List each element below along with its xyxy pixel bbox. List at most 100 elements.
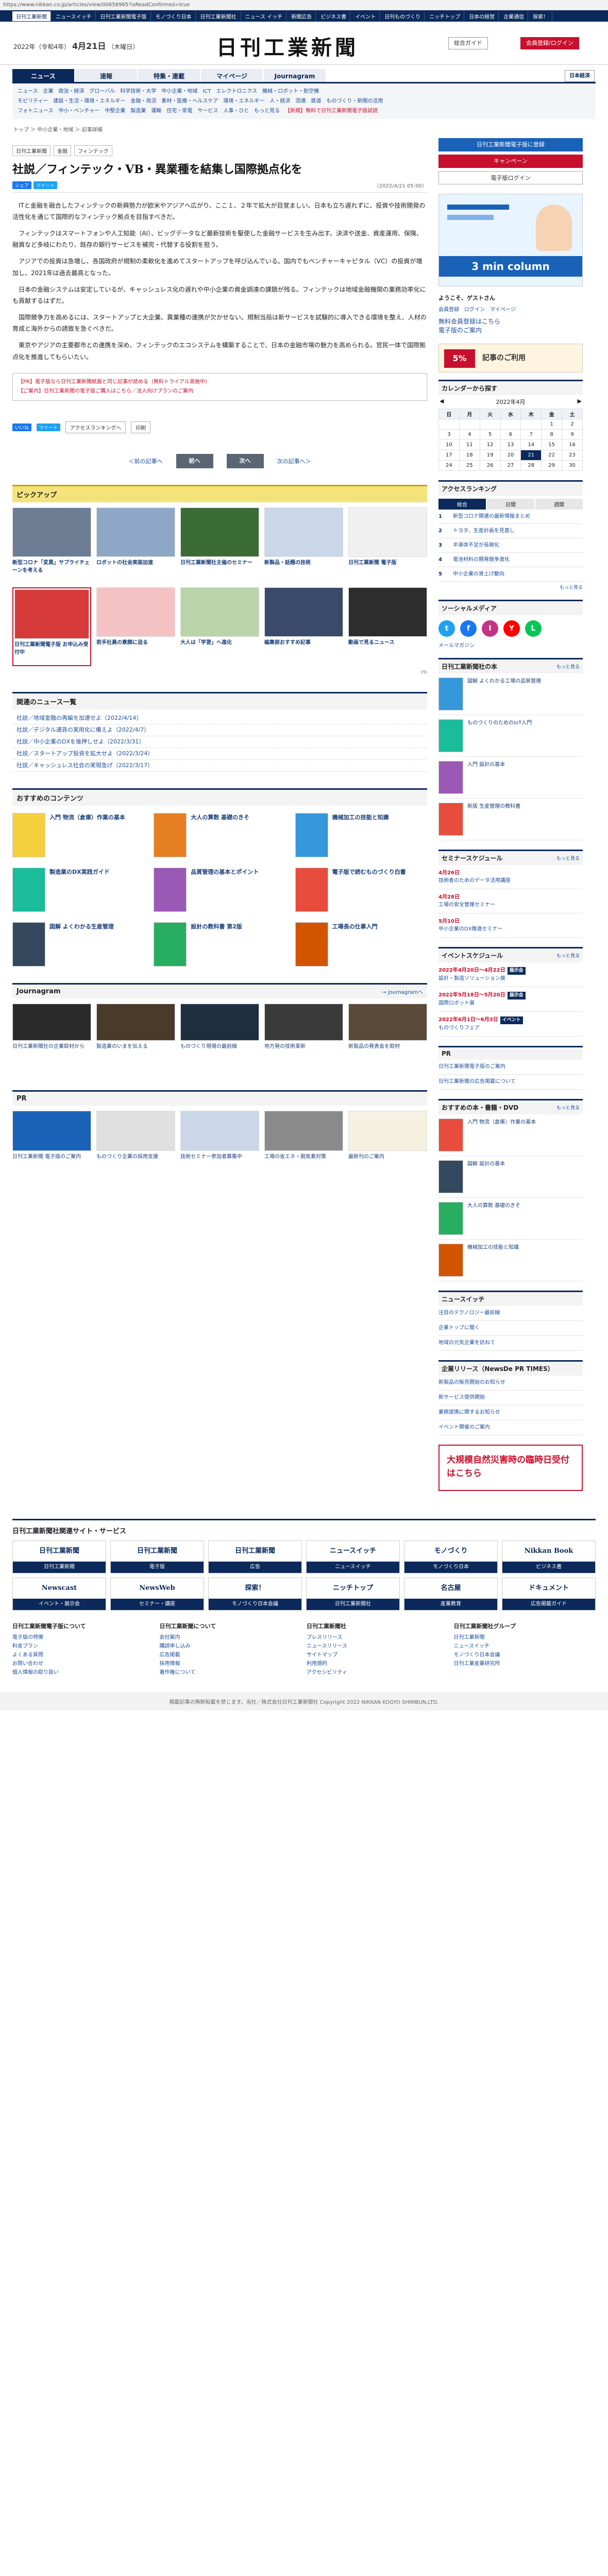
event-title-link[interactable]: 国際ロボット展 [438,999,583,1007]
subnav-link[interactable]: 建設・生活・環境・エネルギー [53,98,125,104]
topbar-link[interactable]: ニュースイッチ [52,11,96,21]
subnav-link[interactable]: 素材・医療・ヘルスケア [161,98,218,104]
topbar-link[interactable]: ビジネス書 [317,11,351,21]
ranking-link-button[interactable]: アクセスランキングへ [65,421,126,433]
calendar-day[interactable]: 15 [541,439,563,450]
subnav-link[interactable]: 中小・ベンチャー [59,108,100,114]
guide-button[interactable]: 総合ガイド [448,37,488,49]
calendar-day[interactable]: 12 [479,439,501,450]
youtube-icon[interactable]: Y [503,620,520,637]
pickup-card[interactable]: 動画で見るニュース [348,587,427,666]
footer-link[interactable]: プレスリリース [307,1633,449,1642]
books-more-link[interactable]: もっと見る [556,663,580,670]
digital-register-button[interactable]: 日刊工業新聞電子版に登録 [438,138,583,151]
ranking-tab[interactable]: 総合 [438,499,486,510]
subnav-link[interactable]: 企業 [43,89,54,94]
footer-service-card[interactable]: NewsWeb セミナー・講座 [110,1578,204,1611]
ranking-more-link[interactable]: もっと見る [438,584,583,590]
ranking-item[interactable]: 1 新型コロナ関連の最新情報まとめ [438,510,583,524]
ranking-tab[interactable]: 週間 [535,499,583,510]
column-ad-banner[interactable]: 3 min column [438,194,583,286]
newswitch-item[interactable]: 地域の元気企業を訪ねて [438,1336,583,1351]
subnav-link[interactable]: 鉄道 [311,98,321,104]
calendar-day[interactable]: 20 [500,450,521,461]
paper-ad-banner[interactable]: 5% 記事のご利用 [438,344,583,372]
calendar-day[interactable]: 5 [479,429,501,440]
calendar-day[interactable]: 1 [541,419,563,430]
subnav-link[interactable]: 環境・エネルギー [223,98,264,104]
pickup-card[interactable]: 新型コロナ「変異」サプライチェーンを考える [12,507,91,582]
calendar-day[interactable]: 21 [520,450,542,461]
pickup-card[interactable]: 若手社員の素顔に迫る [96,587,175,666]
pickup-card[interactable]: 大人は「学習」へ進化 [180,587,259,666]
calendar-day[interactable]: 28 [520,460,542,471]
nav-tab[interactable]: マイページ [201,69,263,82]
footer-service-card[interactable]: 日刊工業新聞 日刊工業新聞 [12,1540,106,1573]
pickup-card[interactable]: 日刊工業新聞社主催のセミナー [180,507,259,582]
twitter-icon[interactable]: t [438,620,455,637]
press-release-item[interactable]: イベント開催のご案内 [438,1420,583,1435]
sidebar-pr-item[interactable]: 日刊工業新聞の広告掲載について [438,1075,583,1090]
calendar-day[interactable]: 25 [459,460,480,471]
disaster-notice-banner[interactable]: 大規模自然災害時の臨時日受付はこちら [438,1445,583,1491]
welcome-link[interactable]: マイページ [490,305,516,313]
bestseller-more-link[interactable]: もっと見る [556,1104,580,1111]
topbar-link[interactable]: 新聞広告 [288,11,316,21]
subnav-link[interactable]: ものづくり・新聞の活用 [326,98,383,104]
digital-login-button[interactable]: 電子版ログイン [438,171,583,184]
bestseller-item[interactable]: 機械加工の技能と知識 [438,1240,583,1281]
bestseller-item[interactable]: 図解 設計の基本 [438,1156,583,1198]
side-book-item[interactable]: 入門 設計の基本 [438,757,583,799]
line-icon[interactable]: L [525,620,542,637]
footer-service-card[interactable]: 探索！ モノづくり日本会議 [208,1578,302,1611]
subnav-link[interactable]: モビリティー [18,98,48,104]
footer-link[interactable]: よくある質問 [12,1651,155,1659]
breadcrumb[interactable]: トップ ＞ 中小企業・地域 ＞ 記事詳細 [13,125,595,133]
subnav-link[interactable]: 運輸 [151,108,161,114]
calendar-day[interactable]: 30 [562,460,583,471]
footer-link[interactable]: アクセシビリティ [307,1668,449,1677]
ranking-title-link[interactable]: 半導体不足が長期化 [453,541,499,549]
facebook-share-button[interactable]: シェア [12,181,32,189]
signup-login-button[interactable]: 会員登録/ログイン [520,37,579,49]
subnav-link[interactable]: 人事・ひと [223,108,249,114]
subnav-link[interactable]: エレクトロニクス [216,89,257,94]
promo-link[interactable]: 【ご案内】日刊工業新聞の電子版ご購入はこちら／法人向けプランのご案内 [18,387,421,396]
calendar-day[interactable]: 3 [438,429,460,440]
welcome-link[interactable]: 会員登録 [438,305,459,313]
subnav-link[interactable]: もっと見る [254,108,280,114]
recommend-item[interactable]: 図解 よくわかる生産管理 [12,922,144,967]
calendar-next-icon[interactable]: ▶ [578,398,582,406]
instagram-icon[interactable]: I [482,620,498,637]
press-release-item[interactable]: 新サービス提供開始 [438,1391,583,1405]
calendar-day[interactable]: 2 [562,419,583,430]
ranking-title-link[interactable]: トヨタ、生産計画を見直し [453,527,515,535]
like-button[interactable]: いいね [12,423,32,431]
seminar-item[interactable]: 4月28日 工場の安全管理セミナー [438,889,583,913]
topbar-link[interactable]: 日本の経営 [465,11,499,21]
ranking-title-link[interactable]: 新型コロナ関連の最新情報まとめ [453,513,530,520]
recommend-item[interactable]: 電子版で読むものづくり白書 [295,867,427,912]
calendar-day[interactable]: 14 [520,439,542,450]
bestseller-item[interactable]: 入門 物流（倉庫）作業の基本 [438,1114,583,1156]
prev-button[interactable]: 前へ [176,453,213,468]
news-list-item[interactable]: 社説／中小企業のDXを後押しせよ（2022/3/31） [12,736,427,748]
recommend-item[interactable]: 製造業のDX実践ガイド [12,867,144,912]
twitter-share-button[interactable]: ツイート [33,181,58,189]
newswitch-item[interactable]: 注目のテクノロジー最前線 [438,1306,583,1321]
promo-link[interactable]: 【PR】電子版なら日刊工業新聞紙面と同じ記事が読める（無料トライアル実施中） [18,378,421,387]
subnav-link[interactable]: ニュース [18,89,38,94]
footer-service-card[interactable]: Newscast イベント・展示会 [12,1578,106,1611]
footer-link[interactable]: 購読申し込み [160,1642,302,1651]
calendar-day[interactable]: 13 [500,439,521,450]
notice-link[interactable]: 電子版のご案内 [438,326,583,334]
article-tag[interactable]: フィンテック [74,145,112,156]
seminar-item[interactable]: 4月26日 技術者のためのデータ活用講座 [438,865,583,889]
seminar-more-link[interactable]: もっと見る [556,855,580,861]
subnav-link[interactable]: 政治・経済 [59,89,85,94]
welcome-link[interactable]: ログイン [464,305,485,313]
prev-article-link[interactable]: ＜前の記事へ [129,457,163,465]
ranking-item[interactable]: 2 トヨタ、生産計画を見直し [438,524,583,538]
topbar-link[interactable]: 日刊工業新聞社 [197,11,241,21]
site-logo[interactable]: 日刊工業新聞 [216,31,359,61]
